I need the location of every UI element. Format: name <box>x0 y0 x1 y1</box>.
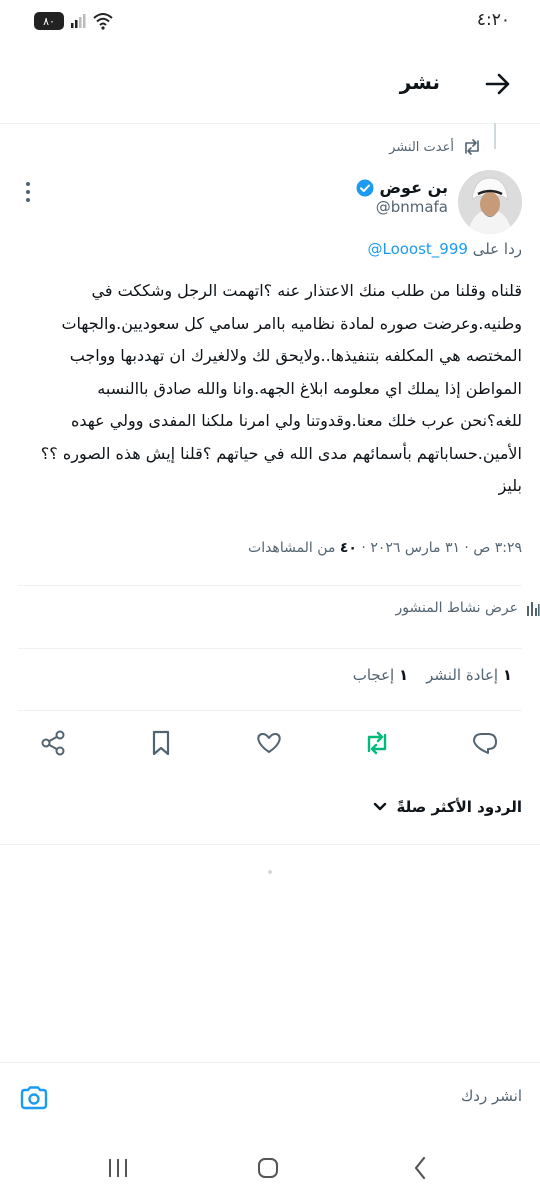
engagement-stats: ١ إعادة النشر ١ إعجاب <box>353 666 512 684</box>
page-title: نشر <box>399 70 440 94</box>
back-chevron-icon <box>414 1156 426 1180</box>
system-nav-bar <box>0 1136 540 1200</box>
avatar[interactable] <box>458 170 522 234</box>
likes-count: ١ <box>398 666 409 684</box>
timestamp[interactable]: ٣:٢٩ ص · ٣١ مارس ٢٠٢٦ · <box>357 540 522 556</box>
header-divider <box>0 123 540 124</box>
more-vertical-icon <box>26 182 30 202</box>
views-label: من المشاهدات <box>248 540 340 556</box>
tweet-line: للغه؟نحن عرب خلك معنا.وقدوتنا ولي امرنا … <box>70 411 522 430</box>
repost-button[interactable] <box>357 723 397 763</box>
divider <box>18 585 522 586</box>
recent-apps-button[interactable] <box>98 1148 138 1188</box>
author-handle[interactable]: @bnmafa <box>376 198 448 216</box>
avatar-image <box>458 170 522 234</box>
battery-level: ٨٠ <box>43 14 55 28</box>
views-count: ٤٠ <box>339 540 357 556</box>
tweet-line: الأمين.حساباتهم بأسمائهم مدى الله في حيا… <box>40 443 522 463</box>
post-activity-link[interactable]: عرض نشاط المنشور <box>0 600 540 616</box>
verified-badge-icon <box>356 179 374 196</box>
header: نشر <box>0 44 540 122</box>
heart-icon <box>257 732 281 753</box>
tweet-line: وطنيه.وعرضت صوره لمادة نظاميه باامر سامي… <box>61 313 522 333</box>
divider <box>0 844 540 845</box>
home-button[interactable] <box>248 1148 288 1188</box>
more-options-button[interactable] <box>8 172 48 212</box>
reposted-label: أعدت النشر <box>389 139 454 155</box>
arrow-icon <box>485 73 510 95</box>
replying-to: ردا على @Looost_999 <box>367 240 522 258</box>
replies-sort-dropdown[interactable]: الردود الأكثر صلةً <box>373 798 522 816</box>
system-back-button[interactable] <box>400 1148 440 1188</box>
reply-composer[interactable]: انشر ردك <box>0 1063 540 1135</box>
post-activity-label: عرض نشاط المنشور <box>395 600 518 616</box>
repost-icon <box>367 731 387 755</box>
tweet-text: قلناه وقلنا من طلب منك الاعتذار عنه ؟اته… <box>16 275 522 503</box>
repost-icon <box>465 139 479 155</box>
loading-indicator <box>268 870 272 874</box>
bookmark-button[interactable] <box>141 723 181 763</box>
share-icon <box>41 730 65 756</box>
likes-stat[interactable]: ١ إعجاب <box>353 666 408 684</box>
tweet-line: المواطن إذا يملك اي معلومه ابلاغ الجهه.و… <box>97 378 522 398</box>
status-time: ٤:٢٠ <box>476 10 510 30</box>
recent-apps-icon <box>109 1159 127 1177</box>
camera-button[interactable] <box>14 1078 54 1118</box>
tweet-line: المختصه هي المكلفه بتنفيذها..ولايحق لك و… <box>69 346 522 365</box>
replying-to-handle[interactable]: @Looost_999 <box>367 240 467 258</box>
tweet-line: بليز <box>498 476 522 495</box>
author-name-row[interactable]: بن عوض <box>356 178 448 197</box>
thread-line <box>494 123 496 149</box>
reposts-label: إعادة النشر <box>426 666 499 684</box>
reposts-stat[interactable]: ١ إعادة النشر <box>426 666 512 684</box>
signal-icon <box>70 13 86 29</box>
battery-icon: ٨٠ <box>34 12 64 30</box>
divider <box>18 710 522 711</box>
reposts-count: ١ <box>502 666 512 684</box>
bookmark-icon <box>152 730 170 756</box>
reply-button[interactable] <box>465 723 505 763</box>
reposted-indicator: أعدت النشر <box>389 138 482 156</box>
home-icon <box>258 1158 278 1178</box>
tweet-line: قلناه وقلنا من طلب منك الاعتذار عنه ؟اته… <box>91 281 523 300</box>
tweet-meta: ٣:٢٩ ص · ٣١ مارس ٢٠٢٦ · ٤٠ من المشاهدات <box>248 540 522 556</box>
reply-input[interactable]: انشر ردك <box>461 1087 522 1105</box>
analytics-icon <box>527 602 540 616</box>
author-name[interactable]: بن عوض <box>380 178 448 197</box>
camera-icon <box>20 1086 48 1110</box>
chevron-down-icon <box>373 802 386 811</box>
likes-label: إعجاب <box>352 666 395 684</box>
reply-icon <box>473 733 497 754</box>
replying-to-prefix: ردا على <box>472 240 522 258</box>
wifi-icon <box>92 12 114 30</box>
replies-sort-label: الردود الأكثر صلةً <box>396 798 522 816</box>
back-button[interactable] <box>478 64 518 104</box>
share-button[interactable] <box>33 723 73 763</box>
like-button[interactable] <box>249 723 289 763</box>
divider <box>18 648 522 649</box>
status-bar: ٤:٢٠ ٨٠ <box>0 0 540 44</box>
